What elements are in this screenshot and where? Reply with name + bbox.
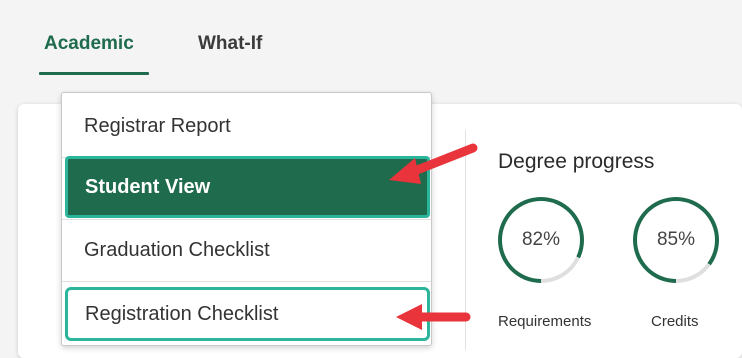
tab-academic[interactable]: Academic: [44, 33, 134, 55]
requirements-label: Requirements: [498, 313, 592, 330]
requirements-progress-ring: 82%: [498, 197, 584, 283]
tab-what-if[interactable]: What-If: [198, 33, 262, 55]
menu-item-student-view[interactable]: Student View: [65, 156, 430, 218]
requirements-percent: 82%: [502, 201, 580, 279]
credits-percent: 85%: [637, 201, 715, 279]
degree-progress-title: Degree progress: [498, 150, 655, 173]
menu-item-registrar-report[interactable]: Registrar Report: [62, 95, 431, 157]
credits-progress-ring: 85%: [633, 197, 719, 283]
menu-divider: [62, 281, 431, 282]
menu-item-registration-checklist[interactable]: Registration Checklist: [65, 287, 430, 341]
credits-label: Credits: [651, 313, 699, 330]
audit-format-menu: Registrar Report Student View Graduation…: [61, 92, 432, 346]
menu-item-graduation-checklist[interactable]: Graduation Checklist: [62, 219, 431, 281]
active-tab-indicator: [39, 72, 149, 75]
annotation-arrow-icon: [389, 143, 478, 184]
annotation-arrow-icon: [396, 304, 471, 330]
tab-bar: Academic What-If: [0, 0, 742, 80]
